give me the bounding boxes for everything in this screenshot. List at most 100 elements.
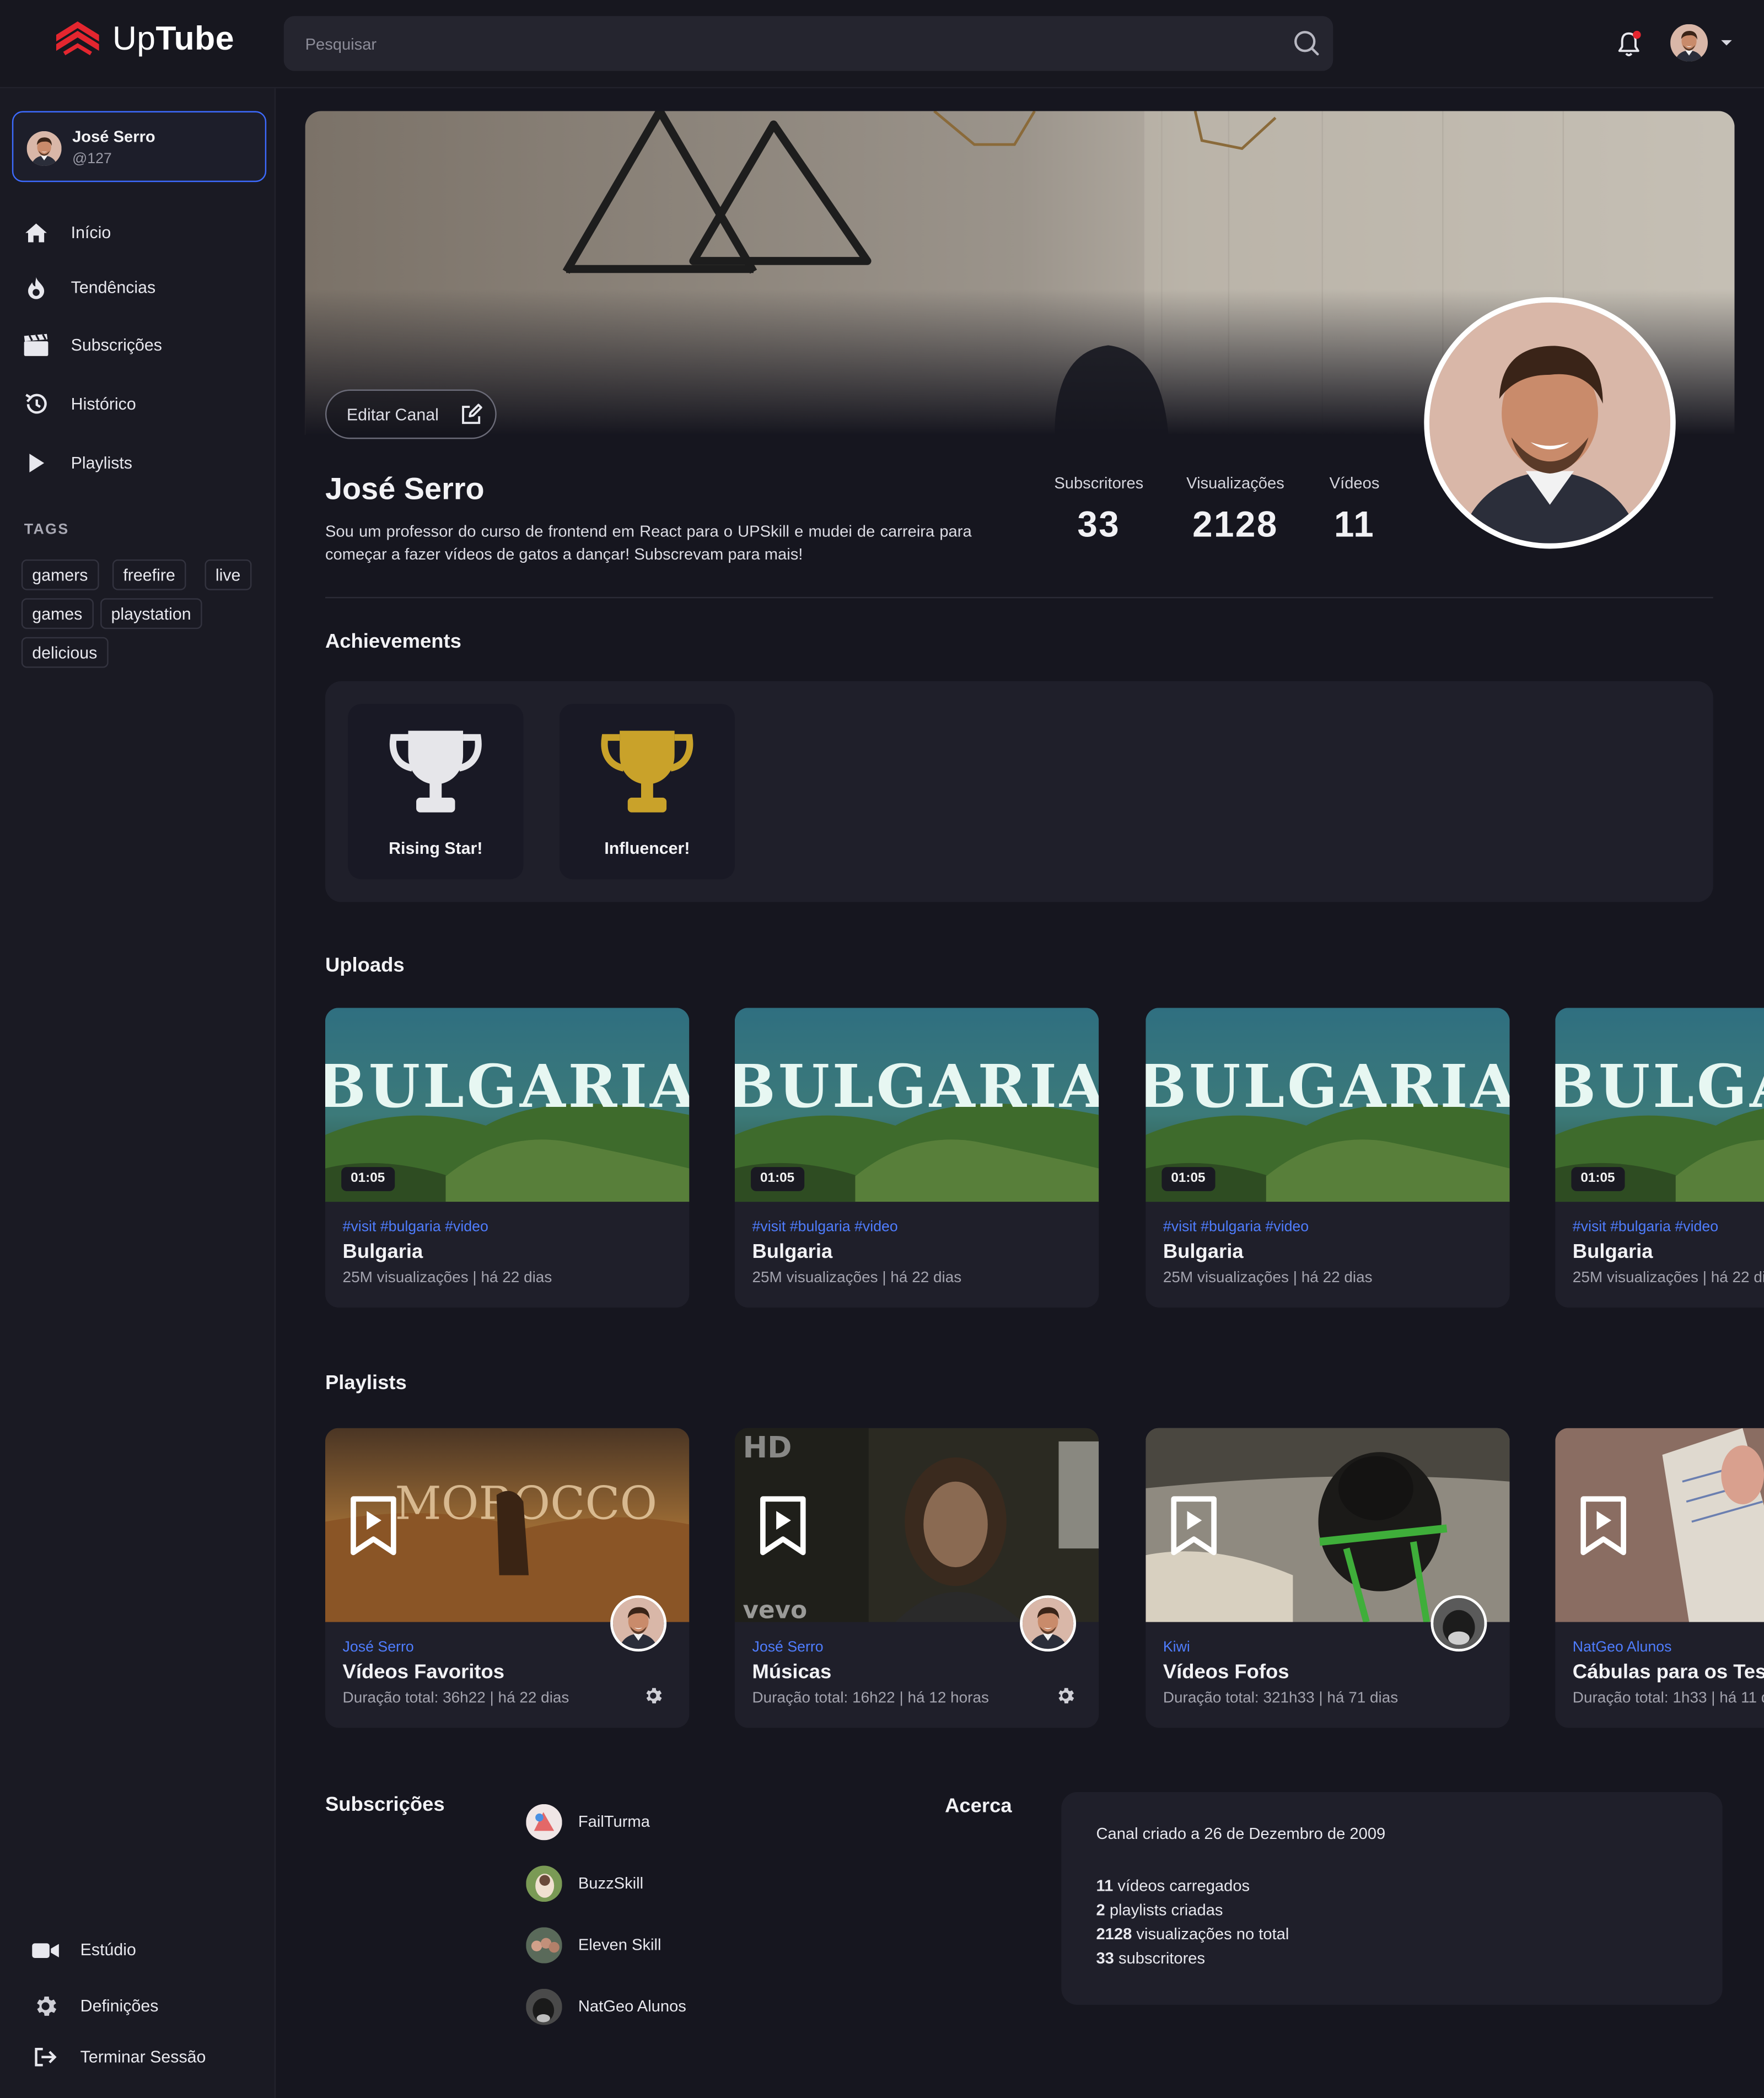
chevron-down-icon[interactable]: [1718, 36, 1734, 50]
sidebar-item-playlists[interactable]: Playlists: [0, 439, 276, 487]
user-handle: @127: [72, 151, 112, 168]
video-tags[interactable]: #visit #bulgaria #video: [343, 1219, 488, 1235]
video-card[interactable]: 01:05 #visit #bulgaria #video Bulgaria 2…: [734, 1008, 1099, 1308]
stat-visualizacoes: Visualizações 2128: [1178, 474, 1293, 546]
playlist-thumb-text: HD: [743, 1430, 792, 1465]
sidebar-item-estudio[interactable]: Estúdio: [0, 1930, 276, 1970]
uploads-title: Uploads: [325, 954, 405, 977]
owner-avatar[interactable]: [610, 1595, 667, 1652]
tag-chip[interactable]: playstation: [100, 598, 202, 630]
sidebar-item-inicio[interactable]: Início: [0, 209, 276, 257]
video-tags[interactable]: #visit #bulgaria #video: [1573, 1219, 1718, 1235]
tags-heading: TAGS: [24, 521, 69, 539]
playlist-thumbnail[interactable]: MOROCCO: [325, 1428, 690, 1622]
video-duration: 01:05: [341, 1167, 395, 1191]
channel-description: Sou um professor do curso de frontend em…: [325, 521, 972, 564]
achievement-rising-star[interactable]: Rising Star!: [348, 704, 524, 880]
playlist-card[interactable]: MOROCCO José Serro Vídeos Favoritos Dura…: [325, 1428, 690, 1728]
stat-label: Visualizações: [1186, 474, 1284, 493]
sidebar-item-label: Terminar Sessão: [80, 2047, 206, 2067]
stat-value: 33: [1077, 504, 1121, 545]
trophy-gold-icon: [601, 730, 693, 813]
sidebar-item-tendencias[interactable]: Tendências: [0, 263, 276, 311]
video-card[interactable]: 01:05 #visit #bulgaria #video Bulgaria 2…: [1145, 1008, 1510, 1308]
logout-icon: [35, 2047, 57, 2067]
subscription-item[interactable]: BuzzSkill: [526, 1864, 643, 1902]
gear-icon[interactable]: [1055, 1685, 1076, 1707]
playlist-owner[interactable]: José Serro: [343, 1639, 414, 1655]
video-card[interactable]: 01:05 #visit #bulgaria #video Bulgaria 2…: [325, 1008, 690, 1308]
stat-subscritores: Subscritores 33: [1049, 474, 1148, 546]
owner-avatar[interactable]: [1430, 1595, 1487, 1652]
sidebar-item-historico[interactable]: Histórico: [0, 380, 276, 428]
sidebar-item-definicoes[interactable]: Definições: [0, 1986, 276, 2026]
playlist-owner[interactable]: NatGeo Alunos: [1573, 1639, 1672, 1655]
fire-icon: [23, 275, 50, 302]
playlist-title[interactable]: Cábulas para os Testes: [1573, 1661, 1764, 1683]
playlist-owner[interactable]: José Serro: [752, 1639, 823, 1655]
playlist-title[interactable]: Vídeos Fofos: [1163, 1661, 1289, 1683]
channel-created-date: Canal criado a 26 de Dezembro de 2009: [1096, 1824, 1386, 1843]
tag-chip[interactable]: games: [21, 598, 93, 630]
playlist-icon: [759, 1495, 807, 1557]
playlist-thumbnail[interactable]: HD vevo: [734, 1428, 1099, 1622]
subscription-avatar: [526, 1926, 562, 1963]
video-tags[interactable]: #visit #bulgaria #video: [1163, 1219, 1309, 1235]
sidebar-item-label: Tendências: [71, 278, 156, 297]
avatar: [27, 131, 62, 166]
sidebar-item-subscricoes[interactable]: Subscrições: [0, 321, 276, 369]
subscription-item[interactable]: NatGeo Alunos: [526, 1987, 686, 2025]
video-meta: 25M visualizações | há 22 dias: [342, 1270, 552, 1287]
video-title[interactable]: Bulgaria: [1163, 1241, 1244, 1263]
playlist-thumbnail[interactable]: [1145, 1428, 1510, 1622]
video-title[interactable]: Bulgaria: [752, 1241, 832, 1263]
playlist-card[interactable]: Kiwi Vídeos Fofos Duração total: 321h33 …: [1145, 1428, 1510, 1728]
tag-chip[interactable]: live: [205, 559, 251, 590]
playlist-thumbnail[interactable]: [1555, 1428, 1764, 1622]
tag-chip[interactable]: gamers: [21, 559, 99, 590]
achievements-panel: Rising Star! Influencer!: [325, 681, 1713, 902]
notification-bell-icon[interactable]: [1614, 29, 1643, 58]
edit-icon: [462, 404, 482, 424]
tag-chip[interactable]: freefire: [112, 559, 186, 590]
playlist-card[interactable]: NatGeo Alunos Cábulas para os Testes Dur…: [1555, 1428, 1764, 1728]
search-icon[interactable]: [1293, 29, 1320, 56]
owner-avatar[interactable]: [1020, 1595, 1077, 1652]
user-card[interactable]: José Serro @127: [12, 111, 267, 182]
achievement-influencer[interactable]: Influencer!: [559, 704, 735, 880]
playlist-meta: Duração total: 16h22 | há 12 horas: [752, 1690, 989, 1707]
top-avatar[interactable]: [1670, 24, 1708, 62]
sidebar-item-terminar-sessao[interactable]: Terminar Sessão: [0, 2037, 276, 2077]
search-input[interactable]: [283, 16, 1274, 71]
subscription-name: FailTurma: [578, 1812, 650, 1831]
playlist-card[interactable]: HD vevo José Serro Músicas Duração total…: [734, 1428, 1099, 1728]
subscriptions-title: Subscrições: [325, 1793, 445, 1816]
playlist-title[interactable]: Músicas: [752, 1661, 831, 1683]
edit-channel-button[interactable]: Editar Canal: [325, 389, 497, 439]
logo[interactable]: UpTube: [53, 19, 234, 59]
about-row: 33 subscritores: [1096, 1949, 1206, 1968]
video-tags[interactable]: #visit #bulgaria #video: [752, 1219, 897, 1235]
playlist-title[interactable]: Vídeos Favoritos: [343, 1661, 504, 1683]
gear-icon: [31, 1993, 60, 2020]
playlist-icon: [1170, 1495, 1218, 1557]
edit-channel-label: Editar Canal: [346, 405, 439, 424]
subscription-item[interactable]: Eleven Skill: [526, 1926, 661, 1963]
playlists-title: Playlists: [325, 1371, 407, 1395]
video-title[interactable]: Bulgaria: [1573, 1241, 1653, 1263]
video-meta: 25M visualizações | há 22 dias: [1572, 1270, 1764, 1287]
sidebar-item-label: Histórico: [71, 395, 136, 414]
playlist-icon: [349, 1495, 397, 1557]
video-card[interactable]: 01:05 #visit #bulgaria #video Bulgaria 2…: [1555, 1008, 1764, 1308]
playlist-owner[interactable]: Kiwi: [1163, 1639, 1190, 1655]
sidebar-item-label: Definições: [80, 1997, 159, 2016]
video-title[interactable]: Bulgaria: [343, 1241, 423, 1263]
subscription-item[interactable]: FailTurma: [526, 1803, 650, 1840]
about-row: 2128 visualizações no total: [1096, 1924, 1289, 1944]
achievement-label: Influencer!: [604, 839, 690, 858]
play-icon: [23, 450, 50, 477]
gear-icon[interactable]: [642, 1685, 664, 1707]
tag-chip[interactable]: delicious: [21, 637, 108, 668]
video-meta: 25M visualizações | há 22 dias: [1163, 1270, 1373, 1287]
trophy-silver-icon: [389, 730, 482, 813]
